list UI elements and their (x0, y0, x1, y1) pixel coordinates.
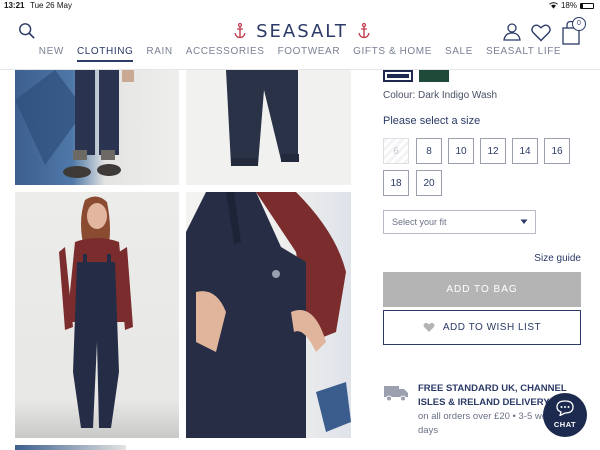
status-bar: 13:21 Tue 26 May 18% (0, 0, 600, 12)
size-option-12[interactable]: 12 (480, 138, 506, 164)
brand-logo[interactable]: SEASALT (232, 18, 372, 44)
main-nav: NEW CLOTHING RAIN ACCESSORIES FOOTWEAR G… (0, 46, 600, 62)
colour-label: Colour: Dark Indigo Wash (383, 90, 498, 101)
chat-bubble-icon (556, 400, 574, 416)
size-option-14[interactable]: 14 (512, 138, 538, 164)
nav-item-seasalt-life[interactable]: SEASALT LIFE (486, 46, 561, 62)
fit-select-placeholder: Select your fit (392, 217, 447, 227)
size-option-18[interactable]: 18 (383, 170, 409, 196)
size-guide-link[interactable]: Size guide (534, 253, 581, 264)
product-image-5[interactable] (15, 445, 126, 450)
product-image-3[interactable] (15, 192, 179, 438)
size-option-16[interactable]: 16 (544, 138, 570, 164)
site-header: SEASALT NEW CLOTHING RAIN ACCESSORIES FO… (0, 12, 600, 70)
add-to-wishlist-label: ADD TO WISH LIST (442, 322, 542, 333)
nav-item-sale[interactable]: SALE (445, 46, 473, 62)
product-image-4[interactable] (186, 192, 351, 438)
size-option-20[interactable]: 20 (416, 170, 442, 196)
product-image-2[interactable] (186, 70, 351, 185)
nav-item-gifts-home[interactable]: GIFTS & HOME (353, 46, 432, 62)
nav-item-new[interactable]: NEW (39, 46, 64, 62)
chevron-down-icon (520, 219, 528, 224)
chat-label: CHAT (553, 420, 577, 429)
nav-item-clothing[interactable]: CLOTHING (76, 46, 134, 62)
anchor-icon (358, 23, 370, 39)
bag-count-badge: 0 (572, 17, 586, 31)
model-full-illustration (59, 196, 133, 428)
battery-icon (580, 2, 594, 9)
model-legs-illustration (15, 70, 134, 178)
status-right: 18% (549, 1, 594, 10)
heart-filled-icon (423, 322, 435, 332)
size-option-10[interactable]: 10 (448, 138, 474, 164)
add-to-bag-label: ADD TO BAG (446, 284, 518, 295)
nav-item-footwear[interactable]: FOOTWEAR (278, 46, 341, 62)
status-time: 13:21 (4, 1, 25, 10)
chat-button[interactable]: CHAT (543, 393, 587, 437)
wifi-icon (549, 2, 558, 9)
size-heading: Please select a size (383, 115, 481, 127)
size-option-8[interactable]: 8 (416, 138, 442, 164)
search-icon[interactable] (18, 22, 36, 40)
heart-icon[interactable] (531, 24, 551, 42)
trousers-illustration (226, 70, 299, 166)
brand-name: SEASALT (256, 20, 348, 42)
fit-select[interactable]: Select your fit (383, 210, 536, 234)
add-to-bag-button[interactable]: ADD TO BAG (383, 272, 581, 307)
colour-swatch-dark-indigo[interactable] (383, 70, 413, 82)
status-date: Tue 26 May (30, 1, 72, 10)
anchor-icon (234, 23, 246, 39)
battery-percent: 18% (560, 1, 577, 10)
size-option-6[interactable]: 6 (383, 138, 409, 164)
product-image-1[interactable] (15, 70, 179, 185)
add-to-wishlist-button[interactable]: ADD TO WISH LIST (383, 310, 581, 345)
nav-item-accessories[interactable]: ACCESSORIES (186, 46, 265, 62)
truck-icon (384, 386, 408, 402)
nav-item-rain[interactable]: RAIN (146, 46, 172, 62)
colour-swatch-green[interactable] (419, 70, 449, 82)
dungarees-closeup-illustration (186, 192, 351, 438)
account-icon[interactable] (502, 22, 522, 42)
